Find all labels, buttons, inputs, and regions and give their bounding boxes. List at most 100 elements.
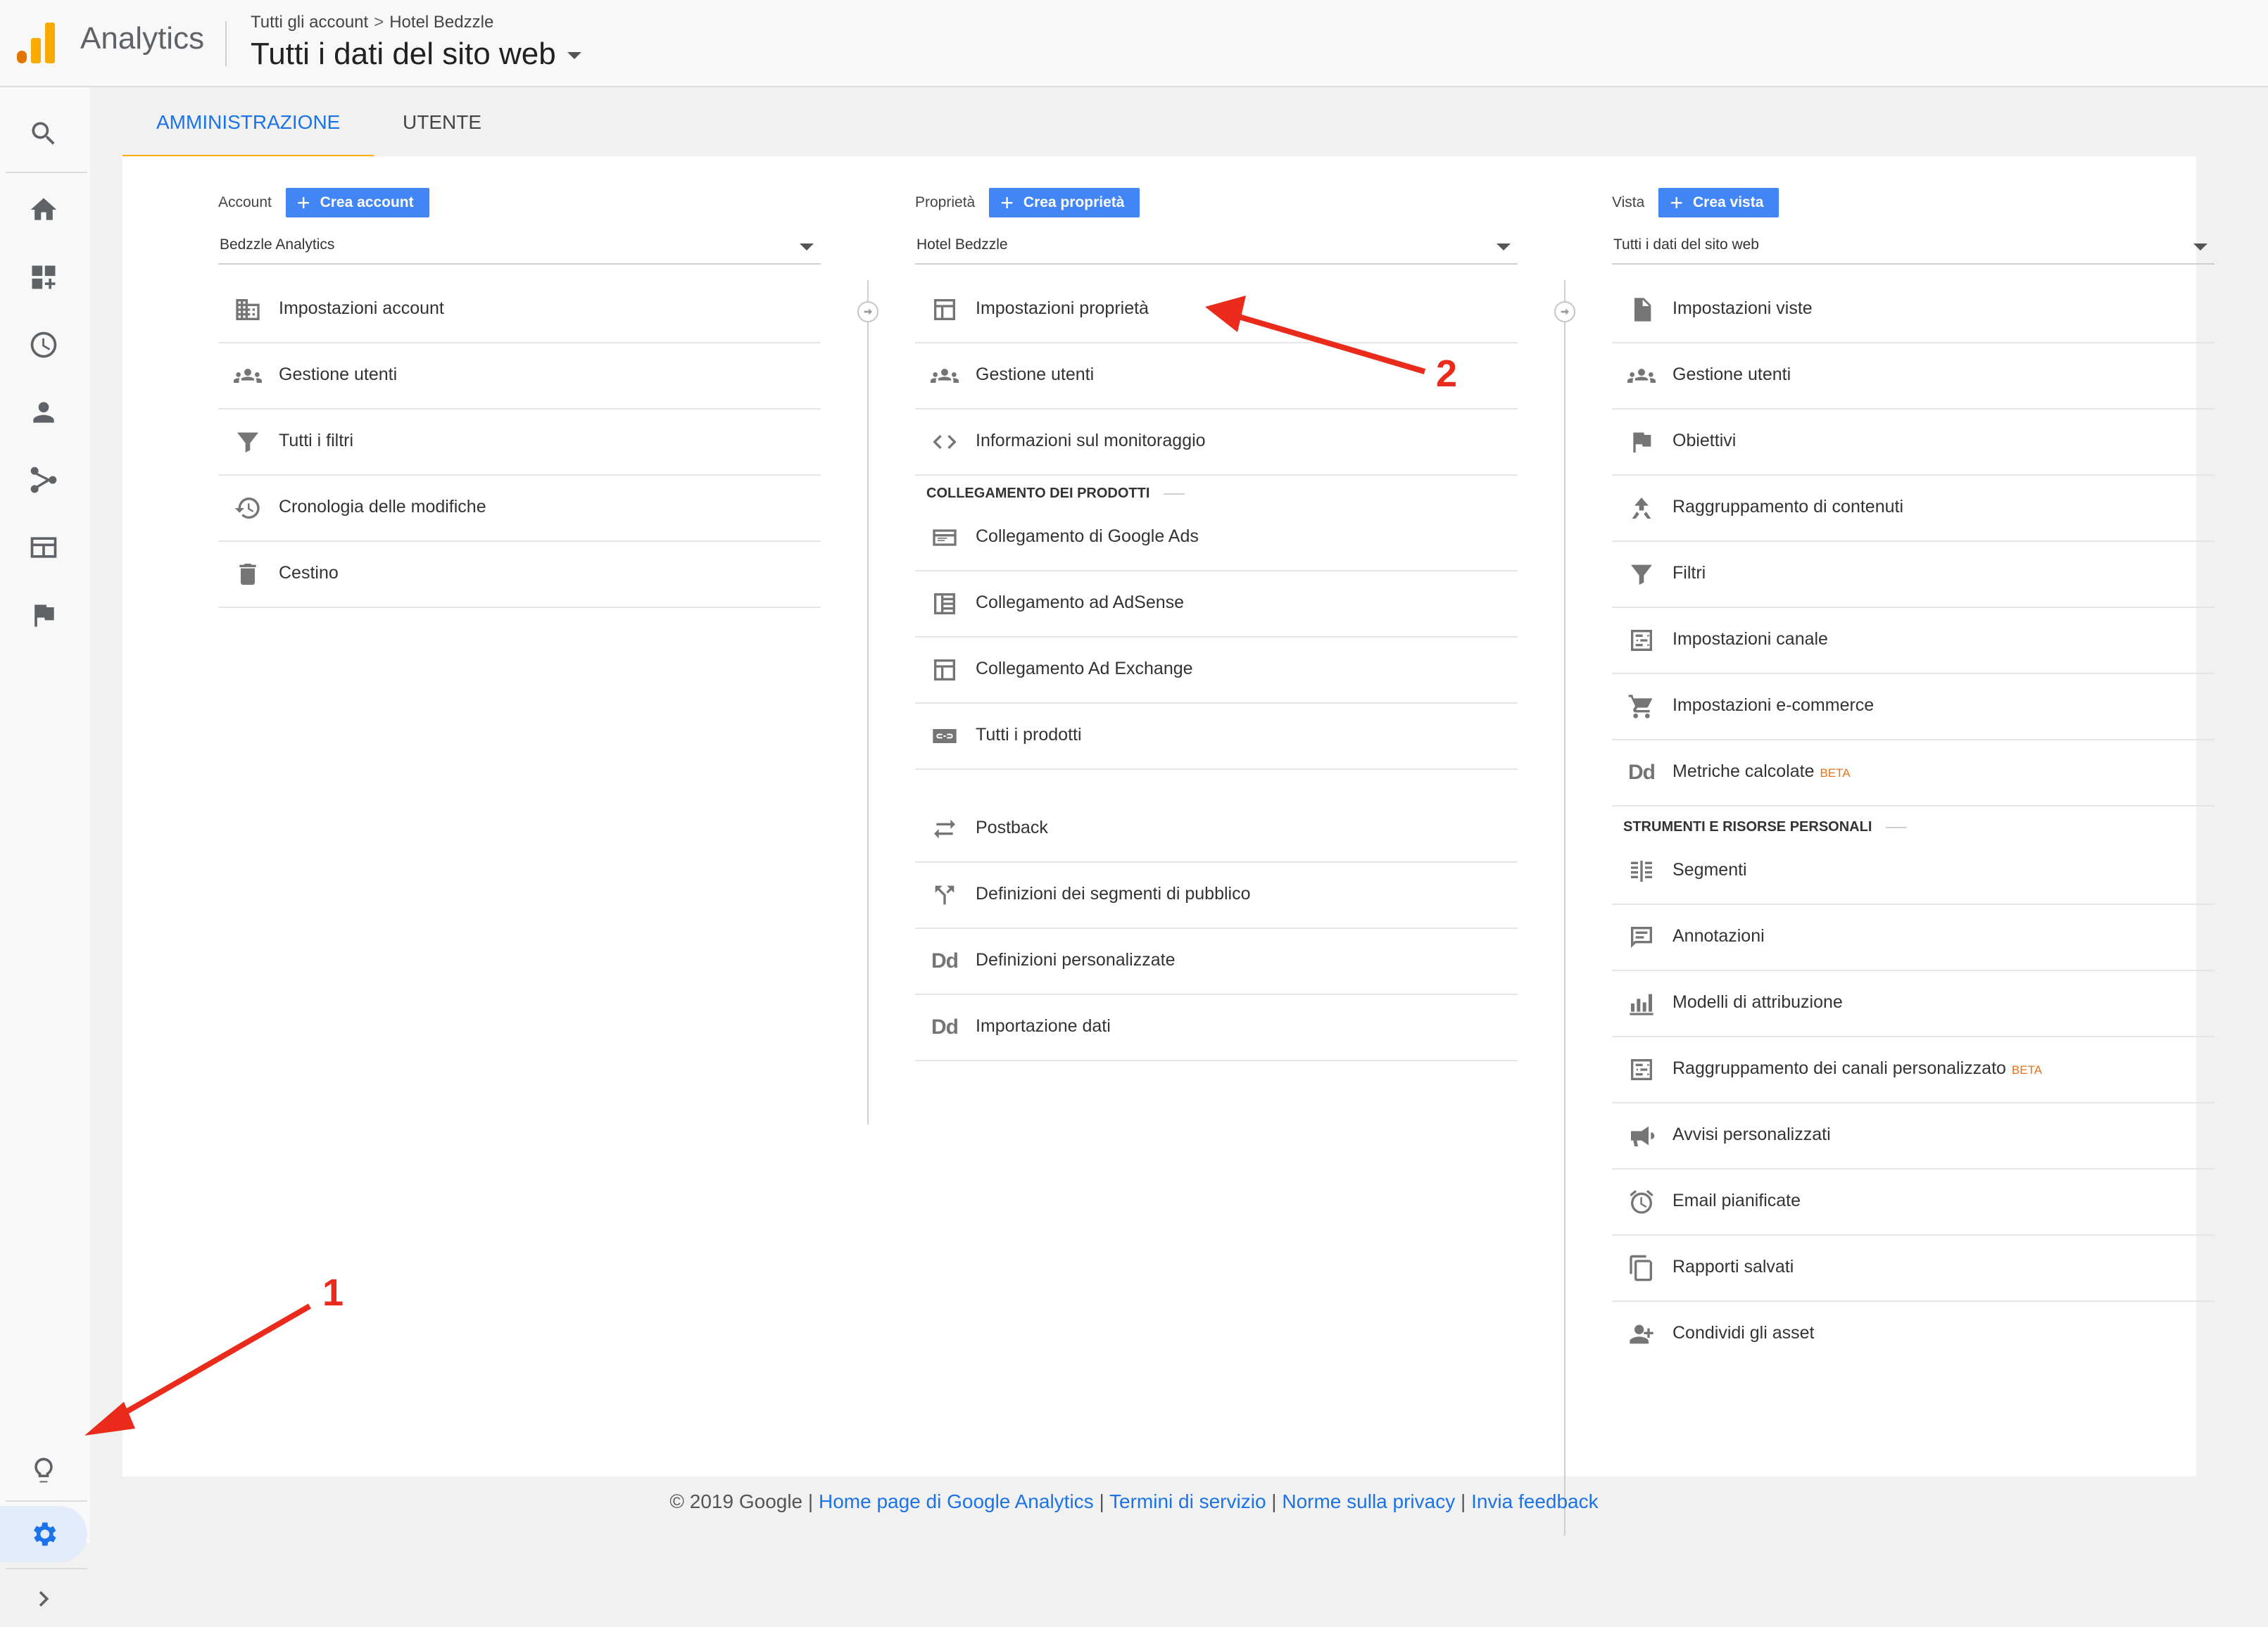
menu-item-email-pianificate[interactable]: Email pianificate [1612, 1170, 2215, 1236]
menu-item-postback[interactable]: Postback [915, 797, 1518, 863]
footer-link-feedback[interactable]: Invia feedback [1471, 1490, 1599, 1512]
account-selected: Bedzzle Analytics [220, 236, 335, 253]
expand-chevron-icon[interactable] [0, 1571, 87, 1627]
menu-item-tutti-prodotti[interactable]: Tutti i prodotti [915, 704, 1518, 770]
menu-item-avvisi[interactable]: Avvisi personalizzati [1612, 1103, 2215, 1170]
footer-link-termini[interactable]: Termini di servizio [1109, 1490, 1266, 1512]
section-title: COLLEGAMENTO DEI PRODOTTI [926, 486, 1150, 501]
alarm-clock-icon [1626, 1188, 1657, 1216]
menu-item-definizioni-personalizzate[interactable]: Dd Definizioni personalizzate [915, 929, 1518, 995]
menu-item-impostazioni-proprieta[interactable]: Impostazioni proprietà [915, 277, 1518, 343]
menu-item-impostazioni-viste[interactable]: Impostazioni viste [1612, 277, 2215, 343]
flag-icon [1626, 428, 1657, 456]
menu-item-raggruppamento-canali[interactable]: Raggruppamento dei canali personalizzato… [1612, 1037, 2215, 1103]
menu-item-label: Gestione utenti [1672, 365, 1791, 384]
menu-item-metriche-calcolate[interactable]: Dd Metriche calcolate BETA [1612, 740, 2215, 806]
menu-item-impostazioni-ecommerce[interactable]: Impostazioni e-commerce [1612, 674, 2215, 740]
menu-item-obiettivi[interactable]: Obiettivi [1612, 410, 2215, 476]
code-brackets-icon [929, 428, 960, 456]
menu-item-label: Collegamento ad AdSense [976, 593, 1185, 612]
document-icon [1626, 296, 1657, 324]
footer-link-home[interactable]: Home page di Google Analytics [819, 1490, 1094, 1512]
menu-item-gestione-utenti-proprieta[interactable]: Gestione utenti [915, 343, 1518, 410]
menu-item-label: Tutti i filtri [279, 431, 354, 450]
admin-gear-icon[interactable] [0, 1506, 87, 1562]
menu-item-importazione-dati[interactable]: Dd Importazione dati [915, 995, 1518, 1061]
header-divider [225, 21, 227, 66]
section-rule [1164, 493, 1185, 495]
menu-item-raggruppamento-contenuti[interactable]: Raggruppamento di contenuti [1612, 476, 2215, 542]
create-property-label: Crea proprietà [1023, 194, 1125, 210]
admin-panel: Account + Crea account Bedzzle Analytics… [122, 156, 2215, 1536]
menu-item-label: Segmenti [1672, 860, 1747, 880]
share-person-icon [1626, 1320, 1657, 1348]
menu-item-ad-exchange[interactable]: Collegamento Ad Exchange [915, 638, 1518, 704]
menu-item-label: Impostazioni e-commerce [1672, 695, 1875, 715]
menu-item-tutti-i-filtri[interactable]: Tutti i filtri [218, 410, 821, 476]
search-icon[interactable] [0, 106, 87, 162]
menu-item-label: Impostazioni canale [1672, 629, 1828, 649]
footer-separator: | [1461, 1490, 1466, 1512]
footer-link-privacy[interactable]: Norme sulla privacy [1282, 1490, 1455, 1512]
menu-item-label: Annotazioni [1672, 926, 1765, 946]
breadcrumb-property[interactable]: Hotel Bedzzle [389, 13, 493, 32]
account-selector[interactable]: Bedzzle Analytics [218, 229, 821, 265]
trash-icon [232, 560, 263, 588]
audience-person-icon[interactable] [0, 384, 87, 441]
acquisition-icon[interactable] [0, 452, 87, 508]
tab-utente[interactable]: UTENTE [369, 90, 515, 155]
customization-icon[interactable] [0, 249, 87, 305]
create-view-button[interactable]: + Crea vista [1658, 188, 1779, 217]
menu-item-label: Cronologia delle modifiche [279, 497, 486, 517]
dd-icon: Dd [931, 949, 959, 973]
menu-item-segmenti-pubblico[interactable]: Definizioni dei segmenti di pubblico [915, 863, 1518, 929]
section-rule [1886, 826, 1908, 828]
menu-item-adsense[interactable]: Collegamento ad AdSense [915, 571, 1518, 638]
tab-amministrazione[interactable]: AMMINISTRAZIONE [122, 90, 374, 158]
behavior-icon[interactable] [0, 519, 87, 576]
create-property-button[interactable]: + Crea proprietà [989, 188, 1140, 217]
menu-item-rapporti-salvati[interactable]: Rapporti salvati [1612, 1236, 2215, 1302]
view-selector-dropdown[interactable]: Tutti i dati del sito web [1612, 229, 2215, 265]
menu-item-cronologia[interactable]: Cronologia delle modifiche [218, 476, 821, 542]
footer-separator: | [1099, 1490, 1104, 1512]
breadcrumb-account[interactable]: Tutti gli account [251, 13, 368, 32]
menu-item-label: Raggruppamento di contenuti [1672, 497, 1904, 517]
property-selector[interactable]: Hotel Bedzzle [915, 229, 1518, 265]
audience-fork-icon [929, 881, 960, 909]
menu-item-annotazioni[interactable]: Annotazioni [1612, 905, 2215, 971]
menu-item-impostazioni-canale[interactable]: Impostazioni canale [1612, 608, 2215, 674]
menu-item-gestione-utenti-vista[interactable]: Gestione utenti [1612, 343, 2215, 410]
dd-icon: Dd [931, 1015, 959, 1039]
account-header: Account + Crea account [218, 187, 429, 218]
menu-item-label: Metriche calcolate BETA [1672, 761, 1851, 782]
menu-item-segmenti[interactable]: Segmenti [1612, 839, 2215, 905]
conversions-flag-icon[interactable] [0, 587, 87, 643]
rail-divider [6, 172, 87, 173]
menu-item-filtri[interactable]: Filtri [1612, 542, 2215, 608]
footer-separator: | [807, 1490, 814, 1512]
annotation-comment-icon [1626, 923, 1657, 951]
menu-item-impostazioni-account[interactable]: Impostazioni account [218, 277, 821, 343]
realtime-clock-icon[interactable] [0, 317, 87, 373]
caret-down-icon [567, 52, 581, 60]
menu-item-gestione-utenti-account[interactable]: Gestione utenti [218, 343, 821, 410]
create-account-button[interactable]: + Crea account [285, 188, 429, 217]
menu-item-label: Tutti i prodotti [976, 725, 1082, 745]
menu-item-cestino[interactable]: Cestino [218, 542, 821, 608]
postback-arrows-icon [929, 815, 960, 843]
menu-item-google-ads[interactable]: Collegamento di Google Ads [915, 505, 1518, 571]
property-selected: Hotel Bedzzle [916, 236, 1008, 253]
analytics-logo[interactable] [15, 21, 58, 66]
annotation-marker-2: 2 [1436, 353, 1458, 395]
home-icon[interactable] [0, 182, 87, 238]
left-nav-rail [0, 87, 90, 1607]
menu-item-condividi-asset[interactable]: Condividi gli asset [1612, 1302, 2215, 1367]
column-connector-line [867, 280, 869, 1125]
view-label: Vista [1612, 194, 1645, 210]
menu-item-modelli-attribuzione[interactable]: Modelli di attribuzione [1612, 971, 2215, 1037]
menu-item-informazioni-monitoraggio[interactable]: Informazioni sul monitoraggio [915, 410, 1518, 476]
view-selector[interactable]: Tutti i dati del sito web [251, 37, 581, 72]
footer-separator: | [1271, 1490, 1277, 1512]
account-label: Account [218, 194, 272, 210]
